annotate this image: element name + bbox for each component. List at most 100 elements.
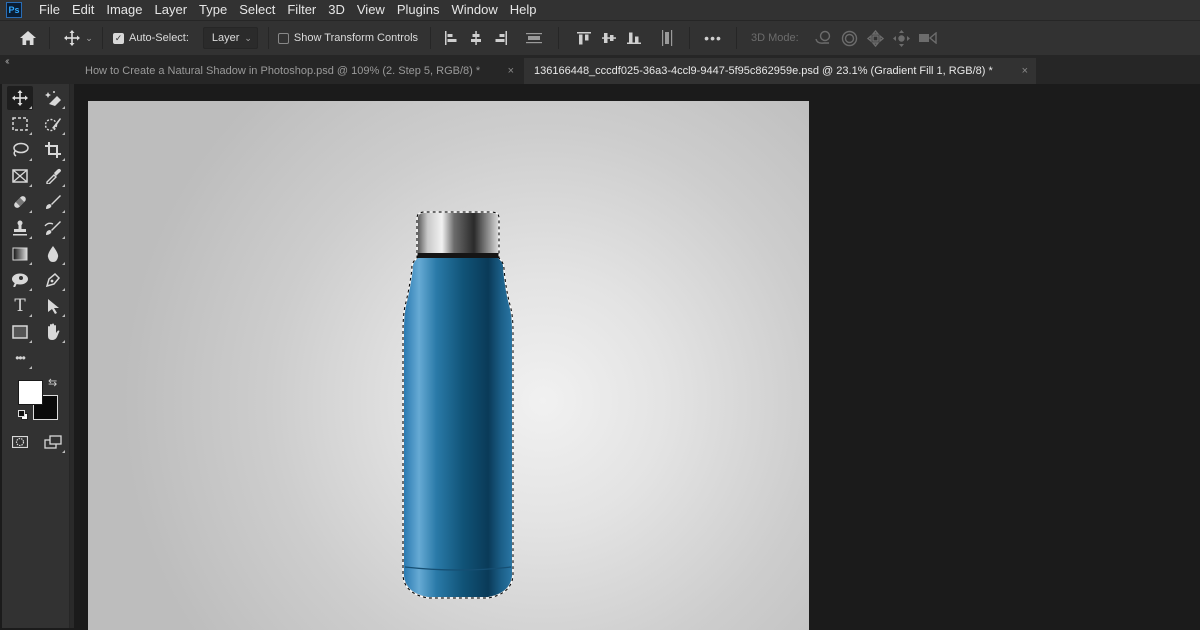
document-canvas[interactable] xyxy=(88,101,809,630)
document-tab-active[interactable]: 136166448_cccdf025-36a3-4ccl9-9447-5f95c… xyxy=(524,58,1036,84)
menu-select[interactable]: Select xyxy=(233,0,281,20)
distribute-vertical-button[interactable] xyxy=(654,26,679,50)
marquee-icon xyxy=(12,117,28,131)
divider xyxy=(267,27,269,49)
collapse-panels-button[interactable]: ‹‹ xyxy=(5,56,9,67)
menu-help[interactable]: Help xyxy=(504,0,543,20)
tool-group-indicator xyxy=(62,340,65,343)
menu-file[interactable]: File xyxy=(33,0,66,20)
drag-3d-button[interactable] xyxy=(863,26,889,50)
menu-edit[interactable]: Edit xyxy=(66,0,100,20)
chevron-down-icon[interactable]: ⌄ xyxy=(83,33,95,44)
roll-3d-button[interactable] xyxy=(837,26,863,50)
path-selection-tool[interactable] xyxy=(40,294,66,318)
menu-type[interactable]: Type xyxy=(193,0,233,20)
gradient-tool[interactable] xyxy=(7,242,33,266)
align-vertical-centers-button[interactable] xyxy=(596,26,621,50)
edit-toolbar-button[interactable]: ••• xyxy=(7,346,33,370)
type-tool[interactable]: T xyxy=(7,294,33,318)
distribute-horizontal-button[interactable] xyxy=(521,26,546,50)
history-brush-icon xyxy=(44,221,61,235)
document-tabs: ‹‹ How to Create a Natural Shadow in Pho… xyxy=(0,56,1200,84)
menu-filter[interactable]: Filter xyxy=(281,0,322,20)
slide-3d-button[interactable] xyxy=(889,26,915,50)
screen-mode-button[interactable] xyxy=(40,430,66,454)
3d-mode-label: 3D Mode: xyxy=(751,32,799,44)
dodge-tool[interactable] xyxy=(7,268,33,292)
align-right-icon xyxy=(495,31,507,45)
photoshop-window: Ps File Edit Image Layer Type Select Fil… xyxy=(0,0,1200,630)
eyedropper-tool[interactable] xyxy=(40,164,66,188)
type-icon: T xyxy=(14,296,26,316)
align-right-edges-button[interactable] xyxy=(488,26,513,50)
menu-layer[interactable]: Layer xyxy=(149,0,194,20)
tool-group-indicator xyxy=(62,106,65,109)
magic-eraser-tool[interactable] xyxy=(40,86,66,110)
auto-select-checkbox[interactable]: ✓ Auto-Select: xyxy=(113,32,189,44)
scale-3d-button[interactable] xyxy=(915,26,941,50)
align-top-edges-button[interactable] xyxy=(571,26,596,50)
eyedropper-icon xyxy=(46,168,61,184)
menu-plugins[interactable]: Plugins xyxy=(391,0,446,20)
frame-tool[interactable] xyxy=(7,164,33,188)
gradient-icon xyxy=(12,247,28,261)
document-tab-label: How to Create a Natural Shadow in Photos… xyxy=(85,65,481,77)
close-icon[interactable]: × xyxy=(1016,65,1028,77)
menu-image[interactable]: Image xyxy=(100,0,148,20)
quick-selection-tool[interactable] xyxy=(40,112,66,136)
orbit-3d-button[interactable] xyxy=(811,26,837,50)
panel-divider xyxy=(70,84,74,628)
checkbox-unchecked-icon xyxy=(277,32,289,44)
tool-group-indicator xyxy=(62,450,65,453)
close-icon[interactable]: × xyxy=(502,65,514,77)
blur-tool[interactable] xyxy=(40,242,66,266)
clone-stamp-tool[interactable] xyxy=(7,216,33,240)
menu-window[interactable]: Window xyxy=(445,0,503,20)
default-colors-button[interactable] xyxy=(18,410,28,420)
tool-preset-picker[interactable] xyxy=(61,24,83,52)
bottle-cap-ring xyxy=(417,253,499,258)
menu-view[interactable]: View xyxy=(351,0,391,20)
swap-colors-icon[interactable]: ⇆ xyxy=(48,376,57,389)
align-left-edges-button[interactable] xyxy=(438,26,463,50)
more-options-button[interactable]: ••• xyxy=(700,26,726,50)
bottle-cap xyxy=(418,213,498,253)
frame-icon xyxy=(12,169,28,183)
divider xyxy=(736,27,738,49)
menu-3d[interactable]: 3D xyxy=(322,0,351,20)
default-colors-icon-back xyxy=(18,410,25,417)
arrow-cursor-icon xyxy=(48,299,59,314)
divider xyxy=(558,27,560,49)
brush-tool[interactable] xyxy=(40,190,66,214)
bottle-image xyxy=(402,211,514,599)
home-button[interactable] xyxy=(14,24,42,52)
align-bottom-edges-button[interactable] xyxy=(621,26,646,50)
show-transform-controls-checkbox[interactable]: Show Transform Controls xyxy=(277,32,418,44)
align-hcenter-icon xyxy=(470,31,481,45)
hand-tool[interactable] xyxy=(40,320,66,344)
dodge-icon xyxy=(12,273,28,287)
drag-3d-icon xyxy=(867,29,885,47)
crop-tool[interactable] xyxy=(40,138,66,162)
orbit-3d-icon xyxy=(815,30,830,44)
rectangular-marquee-tool[interactable] xyxy=(7,112,33,136)
align-horizontal-centers-button[interactable] xyxy=(463,26,488,50)
history-brush-tool[interactable] xyxy=(40,216,66,240)
home-icon xyxy=(20,31,36,45)
lasso-tool[interactable] xyxy=(7,138,33,162)
divider xyxy=(49,27,50,49)
quick-mask-icon xyxy=(12,436,28,448)
auto-select-target-dropdown[interactable]: Layer ⌄ xyxy=(202,27,258,49)
ps-logo-icon: Ps xyxy=(6,2,22,18)
foreground-color-swatch[interactable] xyxy=(18,380,43,405)
pen-tool[interactable] xyxy=(40,268,66,292)
quick-mask-mode-button[interactable] xyxy=(7,430,33,454)
move-tool[interactable] xyxy=(7,86,33,110)
align-bottom-icon xyxy=(626,32,641,44)
document-tab-inactive[interactable]: How to Create a Natural Shadow in Photos… xyxy=(75,58,522,84)
bandage-icon xyxy=(14,196,26,208)
tool-group-indicator xyxy=(29,288,32,291)
healing-brush-tool[interactable] xyxy=(7,190,33,214)
move-icon xyxy=(64,30,80,46)
rectangle-tool[interactable] xyxy=(7,320,33,344)
